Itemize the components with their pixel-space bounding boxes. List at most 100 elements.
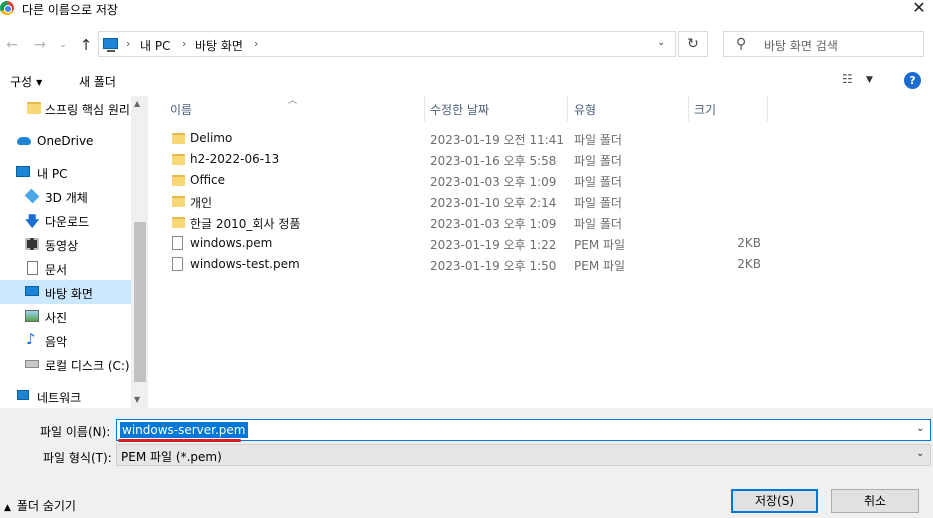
hide-folders-button[interactable]: ▲ 폴더 숨기기 bbox=[4, 497, 76, 514]
file-type: 파일 폴더 bbox=[574, 196, 622, 210]
sidebar-item-desktop[interactable]: 바탕 화면 bbox=[0, 280, 131, 304]
folder-icon bbox=[172, 133, 185, 144]
sidebar-item-label: 로컬 디스크 (C:) bbox=[45, 359, 130, 373]
address-bar[interactable]: › 내 PC › 바탕 화면 › ⌄ bbox=[98, 31, 676, 57]
breadcrumb-my-pc[interactable]: 내 PC bbox=[140, 37, 170, 54]
sidebar-item-network[interactable]: 네트워크 bbox=[0, 384, 131, 408]
sidebar-item-music[interactable]: ♪ 음악 bbox=[0, 328, 131, 352]
column-divider[interactable] bbox=[424, 96, 425, 122]
file-row[interactable]: 한글 2010_회사 정품 2023-01-03 오후 1:09 파일 폴더 bbox=[165, 212, 765, 233]
sidebar-item-label: 내 PC bbox=[37, 167, 68, 181]
file-modified: 2023-01-10 오후 2:14 bbox=[430, 196, 557, 210]
file-name: Delimo bbox=[190, 131, 233, 145]
scroll-up-icon[interactable]: ▲ bbox=[134, 99, 140, 108]
chevron-down-icon[interactable]: ⌄ bbox=[916, 423, 924, 434]
file-modified: 2023-01-19 오후 1:22 bbox=[430, 238, 557, 252]
folder-icon bbox=[172, 217, 185, 228]
breadcrumb-desktop[interactable]: 바탕 화면 bbox=[195, 37, 243, 54]
column-divider[interactable] bbox=[767, 96, 768, 122]
file-name: 개인 bbox=[190, 196, 213, 210]
sidebar-item-label: 문서 bbox=[45, 263, 68, 277]
video-icon bbox=[25, 238, 39, 250]
sort-ascending-icon: ︿ bbox=[288, 96, 298, 106]
sidebar-item-label: 다운로드 bbox=[45, 215, 90, 229]
file-modified: 2023-01-03 오후 1:09 bbox=[430, 175, 557, 189]
sidebar-item-onedrive[interactable]: OneDrive bbox=[0, 129, 131, 153]
network-icon bbox=[17, 390, 29, 400]
sidebar-item-my-pc[interactable]: 내 PC bbox=[0, 160, 131, 184]
file-size: 2KB bbox=[737, 257, 761, 271]
document-icon bbox=[27, 261, 38, 275]
column-header-type[interactable]: 유형 bbox=[574, 101, 596, 118]
file-row[interactable]: windows.pem 2023-01-19 오후 1:22 PEM 파일 2K… bbox=[165, 233, 765, 254]
search-input[interactable]: ⚲ 바탕 화면 검색 bbox=[723, 31, 924, 57]
scrollbar-thumb[interactable] bbox=[134, 222, 146, 382]
file-name: windows.pem bbox=[190, 236, 273, 250]
filetype-label: 파일 형식(T): bbox=[43, 451, 112, 465]
caret-down-icon: ▼ bbox=[36, 78, 43, 87]
sidebar-item-spring-core[interactable]: 스프링 핵심 원리 bbox=[0, 96, 131, 120]
title-bar: 다른 이름으로 저장 ✕ bbox=[0, 0, 933, 18]
file-row[interactable]: Delimo 2023-01-19 오전 11:41 파일 폴더 bbox=[165, 128, 765, 149]
chevron-down-icon[interactable]: ⌄ bbox=[916, 448, 924, 459]
annotation-underline bbox=[118, 439, 241, 442]
file-type: 파일 폴더 bbox=[574, 217, 622, 231]
sidebar-item-label: 네트워크 bbox=[37, 391, 82, 405]
sidebar-item-label: OneDrive bbox=[37, 134, 94, 148]
folder-icon bbox=[172, 175, 185, 186]
file-modified: 2023-01-16 오후 5:58 bbox=[430, 154, 557, 168]
filename-input[interactable]: windows-server.pem ⌄ bbox=[116, 419, 931, 441]
breadcrumb-separator-icon: › bbox=[182, 37, 187, 50]
pictures-icon bbox=[25, 310, 39, 322]
breadcrumb-separator-icon: › bbox=[254, 37, 259, 50]
close-button[interactable]: ✕ bbox=[905, 0, 933, 18]
filetype-value: PEM 파일 (*.pem) bbox=[121, 450, 222, 464]
caret-down-icon[interactable]: ▼ bbox=[866, 75, 873, 85]
scroll-down-icon[interactable]: ▼ bbox=[134, 395, 140, 404]
new-folder-button[interactable]: 새 폴더 bbox=[79, 73, 116, 90]
column-header-name[interactable]: 이름 bbox=[170, 101, 192, 118]
view-options-icon[interactable]: ☷ bbox=[842, 72, 853, 86]
download-icon: 🡇 bbox=[25, 214, 40, 230]
organize-label: 구성 bbox=[10, 75, 33, 89]
filename-value[interactable]: windows-server.pem bbox=[120, 422, 248, 438]
pc-icon bbox=[16, 166, 30, 177]
breadcrumb-separator-icon: › bbox=[126, 37, 131, 50]
address-dropdown-chevron-icon[interactable]: ⌄ bbox=[657, 37, 665, 48]
file-name: 한글 2010_회사 정품 bbox=[190, 217, 301, 231]
file-row[interactable]: windows-test.pem 2023-01-19 오후 1:50 PEM … bbox=[165, 254, 765, 275]
sidebar-item-label: 바탕 화면 bbox=[45, 287, 93, 301]
file-name: windows-test.pem bbox=[190, 257, 300, 271]
file-row[interactable]: 개인 2023-01-10 오후 2:14 파일 폴더 bbox=[165, 191, 765, 212]
help-button[interactable]: ? bbox=[904, 72, 921, 89]
sidebar-item-documents[interactable]: 문서 bbox=[0, 256, 131, 280]
sidebar-item-downloads[interactable]: 🡇 다운로드 bbox=[0, 208, 131, 232]
cancel-button[interactable]: 취소 bbox=[831, 489, 919, 513]
hide-folders-label: 폴더 숨기기 bbox=[16, 499, 76, 513]
up-arrow-icon[interactable]: ↑ bbox=[76, 36, 96, 54]
column-header-modified[interactable]: 수정한 날짜 bbox=[430, 101, 489, 118]
search-placeholder: 바탕 화면 검색 bbox=[764, 39, 838, 53]
cube-icon bbox=[24, 188, 40, 204]
navigation-pane: 스프링 핵심 원리 OneDrive 내 PC 3D 개체 🡇 다운로드 동영상… bbox=[0, 96, 147, 408]
music-icon: ♪ bbox=[26, 330, 36, 348]
sidebar-item-pictures[interactable]: 사진 bbox=[0, 304, 131, 328]
organize-button[interactable]: 구성 ▼ bbox=[10, 73, 42, 90]
sidebar-item-videos[interactable]: 동영상 bbox=[0, 232, 131, 256]
column-divider[interactable] bbox=[567, 96, 568, 122]
refresh-button[interactable]: ↻ bbox=[678, 31, 708, 57]
back-arrow-icon[interactable]: ← bbox=[2, 36, 22, 54]
sidebar-item-local-disk[interactable]: 로컬 디스크 (C:) bbox=[0, 352, 131, 376]
forward-arrow-icon[interactable]: → bbox=[30, 36, 50, 54]
column-divider[interactable] bbox=[688, 96, 689, 122]
column-header-size[interactable]: 크기 bbox=[694, 101, 716, 118]
file-type: 파일 폴더 bbox=[574, 133, 622, 147]
save-button[interactable]: 저장(S) bbox=[731, 489, 818, 513]
file-modified: 2023-01-03 오후 1:09 bbox=[430, 217, 557, 231]
file-row[interactable]: Office 2023-01-03 오후 1:09 파일 폴더 bbox=[165, 170, 765, 191]
recent-locations-chevron-icon[interactable]: ⌄ bbox=[56, 36, 70, 54]
sidebar-item-3d-objects[interactable]: 3D 개체 bbox=[0, 184, 131, 208]
filetype-select[interactable]: PEM 파일 (*.pem) ⌄ bbox=[116, 444, 931, 466]
sidebar-item-label: 스프링 핵심 원리 bbox=[45, 103, 130, 117]
file-row[interactable]: h2-2022-06-13 2023-01-16 오후 5:58 파일 폴더 bbox=[165, 149, 765, 170]
